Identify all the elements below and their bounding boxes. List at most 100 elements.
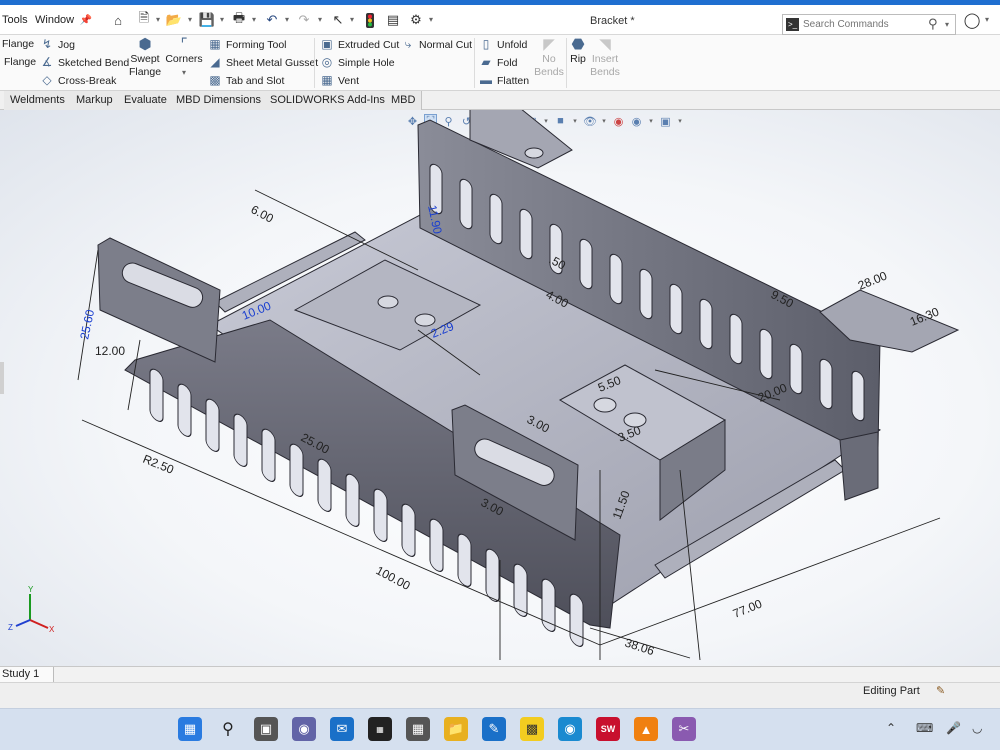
calculator-app-icon[interactable]: ▦ (368, 717, 392, 741)
dim-77-00: 77.00 (731, 596, 764, 620)
teams-chat-icon[interactable]: ◉ (292, 717, 316, 741)
tab-weldments[interactable]: Weldments (4, 91, 72, 110)
wifi-icon[interactable]: ◡ (972, 721, 982, 735)
unfold-button[interactable]: ▯ Unfold (479, 38, 528, 51)
flange-2-label: Flange (4, 56, 37, 68)
windows-start-icon[interactable]: ▦ (178, 717, 202, 741)
microphone-icon[interactable]: 🎤 (946, 721, 961, 735)
jog-label: Jog (58, 38, 75, 51)
select-caret-icon[interactable]: ▾ (350, 15, 354, 24)
select-arrow-icon[interactable]: ↖ (330, 12, 346, 28)
flange-2-button[interactable]: Flange (4, 56, 36, 68)
search-commands-box[interactable]: >_ ⚲ ▾ (782, 14, 956, 35)
print-icon[interactable]: 🖶 (231, 10, 247, 28)
open-caret-icon[interactable]: ▾ (188, 15, 192, 24)
file-properties-icon[interactable]: ▤ (385, 12, 401, 28)
insert-bends-icon: ◥ (599, 36, 611, 53)
pin-icon[interactable]: 📌 (78, 12, 94, 28)
file-explorer-icon[interactable]: 📁 (444, 717, 468, 741)
task-view-icon[interactable]: ▣ (254, 717, 278, 741)
no-bends-label-2: Bends (534, 66, 564, 78)
tab-evaluate[interactable]: Evaluate (118, 91, 174, 110)
snipping-tool-icon[interactable]: ✂ (672, 717, 696, 741)
forming-tool-button[interactable]: ▦ Forming Tool (208, 38, 287, 51)
tab-study-1[interactable]: Study 1 (0, 667, 54, 683)
menu-window[interactable]: Window (35, 14, 74, 26)
print-caret-icon[interactable]: ▾ (252, 15, 256, 24)
search-icon[interactable]: ⚲ (216, 717, 240, 741)
sketched-bend-button[interactable]: ∡ Sketched Bend (40, 56, 130, 69)
rip-button[interactable]: ⬣ Rip (568, 37, 588, 66)
help-caret-icon[interactable]: ▾ (985, 15, 989, 24)
vent-label: Vent (338, 74, 360, 87)
sheet-metal-gusset-button[interactable]: ◢ Sheet Metal Gusset (208, 56, 318, 69)
triad-x-label: X (49, 625, 55, 634)
normal-cut-button[interactable]: ⤷ Normal Cut (401, 38, 472, 51)
help-circle-icon[interactable]: ◯ (964, 12, 981, 29)
edge-browser-icon[interactable]: ◉ (558, 717, 582, 741)
rebuild-traffic-light-icon[interactable] (362, 12, 378, 28)
swept-flange-button[interactable]: ⬢ Swept Flange (129, 36, 161, 79)
search-caret-icon[interactable]: ▾ (945, 20, 949, 29)
tab-markup[interactable]: Markup (70, 91, 120, 110)
search-input[interactable] (803, 17, 921, 32)
no-bends-icon: ◤ (543, 36, 555, 53)
ribbon-separator (474, 38, 475, 88)
corners-button[interactable]: ⌜ Corners ▾ (165, 37, 202, 79)
tab-mbd[interactable]: MBD (385, 91, 423, 110)
dim-r2-50: R2.50 (141, 452, 176, 477)
show-hidden-icons-icon[interactable]: ⌃ (886, 721, 896, 735)
search-icon[interactable]: ⚲ (928, 16, 938, 32)
home-icon[interactable]: ⌂ (110, 12, 126, 28)
normal-cut-label: Normal Cut (419, 38, 473, 51)
fold-label: Fold (497, 56, 518, 69)
redo-caret-icon[interactable]: ▾ (318, 15, 322, 24)
insert-bends-button[interactable]: ◥ Insert Bends (590, 37, 620, 79)
menu-tools[interactable]: Tools (2, 14, 28, 26)
extruded-cut-icon: ▣ (321, 37, 333, 51)
swept-flange-icon: ⬢ (138, 36, 152, 53)
pen-icon[interactable]: ✎ (482, 717, 506, 741)
tab-and-slot-label: Tab and Slot (226, 74, 285, 87)
keyboard-icon[interactable]: ⌨ (916, 721, 933, 735)
status-bar: Editing Part ✎ (0, 682, 1000, 708)
corners-caret-icon[interactable]: ▾ (182, 66, 186, 79)
sketched-bend-label: Sketched Bend (58, 56, 130, 69)
sticky-notes-icon[interactable]: ▩ (520, 717, 544, 741)
new-document-icon[interactable]: 🗎 (136, 10, 152, 28)
normal-cut-icon: ⤷ (404, 37, 412, 51)
mail-icon[interactable]: ✉ (330, 717, 354, 741)
undo-caret-icon[interactable]: ▾ (285, 15, 289, 24)
cross-break-icon: ◇ (42, 73, 52, 87)
flatten-button[interactable]: ▬ Flatten (479, 74, 529, 87)
save-icon[interactable]: 💾 (199, 12, 215, 28)
rebuild-status-icon[interactable]: ✎ (936, 684, 945, 697)
graphics-area[interactable]: ✥ ⛶ ⚲ ↺ ▩ ▦ ▾ ▣ ▾ ■ ▾ 👁 ▾ ◉ ◉ ▾ ▣ ▾ (0, 110, 1000, 666)
undo-icon[interactable]: ↶ (264, 12, 280, 28)
calculator-icon[interactable]: ▦ (406, 717, 430, 741)
forming-tool-label: Forming Tool (226, 38, 287, 51)
fold-button[interactable]: ▰ Fold (479, 56, 517, 69)
cross-break-button[interactable]: ◇ Cross-Break (40, 74, 116, 87)
jog-icon: ↯ (41, 37, 53, 51)
vlc-icon[interactable]: ▲ (634, 717, 658, 741)
flange-button[interactable]: Flange (2, 38, 34, 50)
flatten-icon: ▬ (480, 73, 492, 87)
options-caret-icon[interactable]: ▾ (429, 15, 433, 24)
no-bends-button[interactable]: ◤ No Bends (534, 37, 564, 79)
solidworks-icon[interactable]: SW (596, 717, 620, 741)
bracket-3d-model[interactable]: 6.00 11.90 25.60 12.00 10.00 R2.50 100.0… (0, 110, 1000, 666)
simple-hole-button[interactable]: ◎ Simple Hole (320, 56, 395, 69)
tab-solidworks-add-ins[interactable]: SOLIDWORKS Add-Ins (264, 91, 392, 110)
redo-icon[interactable]: ↷ (296, 12, 312, 28)
new-document-caret-icon[interactable]: ▾ (156, 15, 160, 24)
save-caret-icon[interactable]: ▾ (220, 15, 224, 24)
options-gear-icon[interactable]: ⚙ (408, 12, 424, 28)
jog-button[interactable]: ↯ Jog (40, 38, 75, 51)
extruded-cut-button[interactable]: ▣ Extruded Cut (320, 38, 399, 51)
tab-and-slot-button[interactable]: ▩ Tab and Slot (208, 74, 284, 87)
rip-icon: ⬣ (571, 36, 585, 53)
vent-button[interactable]: ▦ Vent (320, 74, 359, 87)
open-folder-icon[interactable]: 📂 (166, 12, 182, 28)
tab-mbd-dimensions[interactable]: MBD Dimensions (170, 91, 268, 110)
